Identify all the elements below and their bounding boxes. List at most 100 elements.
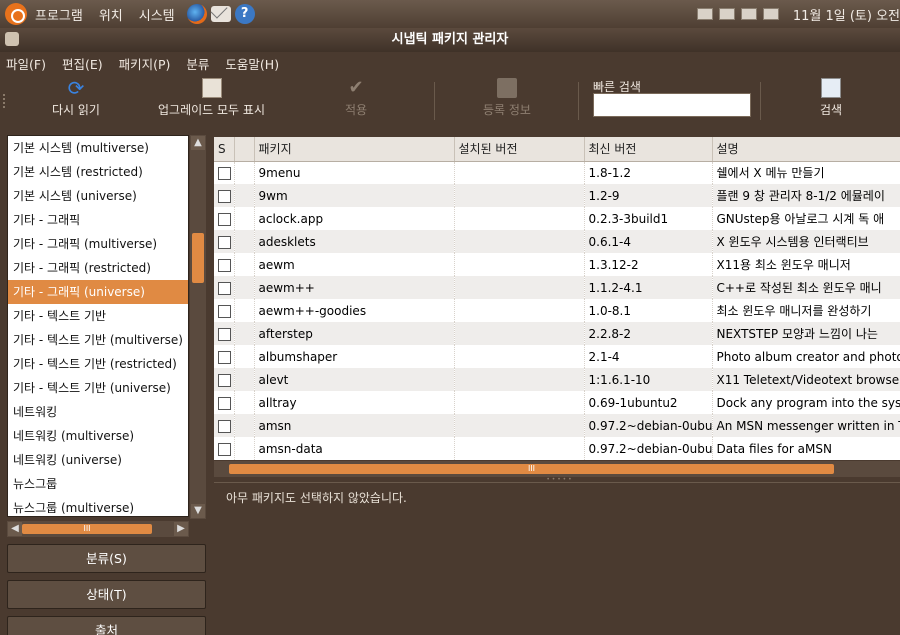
network-icon[interactable] — [696, 8, 713, 20]
places-menu[interactable]: 위치 — [99, 5, 123, 24]
column-description[interactable]: 설명 — [712, 137, 900, 162]
pane-resize-handle[interactable]: • • • • • — [214, 477, 900, 483]
checkbox[interactable] — [218, 350, 231, 364]
checkbox[interactable] — [218, 419, 231, 433]
section-item[interactable]: 네트워킹 — [8, 400, 188, 424]
checkbox[interactable] — [218, 304, 231, 318]
checkbox[interactable] — [218, 327, 231, 341]
scroll-right-icon[interactable]: ▶ — [174, 522, 188, 536]
package-name: adesklets — [254, 230, 455, 253]
section-item[interactable]: 기타 - 그래픽 (multiverse) — [8, 232, 188, 256]
section-item[interactable]: 기본 시스템 (restricted) — [8, 160, 188, 184]
checkbox[interactable] — [218, 442, 231, 456]
checkbox[interactable] — [218, 258, 231, 272]
window-menu-icon[interactable] — [5, 32, 19, 46]
status-checkbox — [214, 368, 235, 391]
table-row[interactable]: alltray 0.69-1ubuntu2 Dock any program int… — [214, 391, 900, 414]
firefox-icon[interactable] — [186, 4, 207, 24]
ubuntu-logo-icon[interactable] — [5, 3, 27, 25]
section-item[interactable]: 기타 - 그래픽 (restricted) — [8, 256, 188, 280]
section-item[interactable]: 기본 시스템 (multiverse) — [8, 136, 188, 160]
display-icon[interactable] — [718, 8, 735, 20]
table-row[interactable]: 9menu 1.8-1.2 쉘에서 X 메뉴 만들기 — [214, 161, 900, 184]
apply-button[interactable]: ✔ 적용 — [345, 78, 367, 118]
table-row[interactable]: aewm++ 1.1.2-4.1 C++로 작성된 최소 윈도우 매니 — [214, 276, 900, 299]
package-name: amsn-data — [254, 437, 455, 460]
mark-all-upgrades-button[interactable]: 업그레이드 모두 표시 — [158, 78, 265, 118]
section-item[interactable]: 기타 - 그래픽 — [8, 208, 188, 232]
column-package[interactable]: 패키지 — [254, 137, 455, 162]
table-row[interactable]: aewm 1.3.12-2 X11용 최소 윈도우 매니저 — [214, 253, 900, 276]
menu-edit[interactable]: 편집(E) — [62, 54, 103, 73]
section-list[interactable]: 기본 시스템 (multiverse) 기본 시스템 (restricted) 기본… — [7, 135, 189, 517]
quick-search-input[interactable] — [593, 93, 751, 117]
checkbox[interactable] — [218, 235, 231, 249]
checkbox[interactable] — [218, 166, 231, 180]
toolbar-grip[interactable] — [3, 94, 6, 108]
table-row[interactable]: aewm++-goodies 1.0-8.1 최소 윈도우 매니저를 완성하기 — [214, 299, 900, 322]
menu-package[interactable]: 패키지(P) — [119, 54, 171, 73]
reload-button[interactable]: ⟳ 다시 읽기 — [52, 78, 100, 118]
scroll-up-icon[interactable]: ▲ — [191, 136, 205, 150]
keyboard-icon[interactable] — [762, 8, 779, 20]
checkbox[interactable] — [218, 373, 231, 387]
scroll-thumb[interactable]: III — [22, 524, 152, 534]
section-item[interactable]: 기타 - 텍스트 기반 — [8, 304, 188, 328]
column-support[interactable] — [234, 137, 255, 162]
status-filter-button[interactable]: 상태(T) — [7, 580, 206, 609]
checkbox[interactable] — [218, 281, 231, 295]
table-row[interactable]: albumshaper 2.1-4 Photo album creator and … — [214, 345, 900, 368]
package-description: X11 Teletext/Videotext browser — [712, 368, 900, 391]
section-item[interactable]: 기본 시스템 (universe) — [8, 184, 188, 208]
table-row[interactable]: amsn 0.97.2~debian-0ubun An MSN messenger … — [214, 414, 900, 437]
clock[interactable]: 11월 1일 (토) 오전 — [793, 5, 900, 24]
section-item[interactable]: 기타 - 텍스트 기반 (multiverse) — [8, 328, 188, 352]
section-item[interactable]: 뉴스그룹 (multiverse) — [8, 496, 188, 516]
scroll-thumb[interactable] — [192, 233, 204, 283]
section-item[interactable]: 네트워킹 (universe) — [8, 448, 188, 472]
properties-button[interactable]: 등록 정보 — [483, 78, 531, 118]
latest-version: 0.97.2~debian-0ubun — [584, 414, 713, 437]
table-row[interactable]: 9wm 1.2-9 플랜 9 창 관리자 8-1/2 에뮬레이 — [214, 184, 900, 207]
section-list-vscrollbar[interactable]: ▲ ▼ — [190, 135, 206, 519]
printer-icon[interactable] — [740, 8, 757, 20]
table-row[interactable]: adesklets 0.6.1-4 X 윈도우 시스템용 인터랙티브 — [214, 230, 900, 253]
checkbox[interactable] — [218, 212, 231, 226]
section-item[interactable]: 네트워킹 (multiverse) — [8, 424, 188, 448]
support-cell — [234, 276, 255, 299]
system-menu[interactable]: 시스템 — [139, 5, 175, 24]
applications-menu[interactable]: 프로그램 — [35, 5, 83, 24]
section-item[interactable]: 뉴스그룹 — [8, 472, 188, 496]
section-item[interactable]: 기타 - 텍스트 기반 (universe) — [8, 376, 188, 400]
table-header: S 패키지 설치된 버전 최신 버전 설명 — [214, 137, 900, 162]
menu-help[interactable]: 도움말(H) — [225, 54, 279, 73]
table-row[interactable]: aclock.app 0.2.3-3build1 GNUstep용 아날로그 시계 … — [214, 207, 900, 230]
window-titlebar[interactable]: 시냅틱 패키지 관리자 — [0, 28, 900, 52]
checkbox[interactable] — [218, 189, 231, 203]
table-row[interactable]: alevt 1:1.6.1-10 X11 Teletext/Videotext br… — [214, 368, 900, 391]
column-installed-version[interactable]: 설치된 버전 — [454, 137, 585, 162]
mail-icon[interactable] — [210, 6, 231, 22]
origin-filter-button[interactable]: 출처 — [7, 616, 206, 635]
installed-version — [454, 299, 585, 322]
scroll-thumb[interactable]: III — [229, 464, 834, 474]
latest-version: 1.0-8.1 — [584, 299, 713, 322]
section-item[interactable]: 기타 - 텍스트 기반 (restricted) — [8, 352, 188, 376]
package-description: 쉘에서 X 메뉴 만들기 — [712, 161, 900, 184]
sections-filter-button[interactable]: 분류(S) — [7, 544, 206, 573]
section-item[interactable]: 기타 - 그래픽 (universe) — [8, 280, 188, 304]
checkbox[interactable] — [218, 396, 231, 410]
package-table-hscrollbar[interactable]: III — [214, 461, 900, 477]
search-button[interactable]: 검색 — [820, 78, 842, 118]
support-cell — [234, 299, 255, 322]
menu-file[interactable]: 파일(F) — [6, 54, 46, 73]
table-row[interactable]: afterstep 2.2.8-2 NEXTSTEP 모양과 느낌이 나는 — [214, 322, 900, 345]
scroll-left-icon[interactable]: ◀ — [8, 522, 22, 536]
column-status[interactable]: S — [214, 137, 235, 162]
section-list-hscrollbar[interactable]: ◀ III ▶ — [7, 521, 189, 537]
help-icon[interactable]: ? — [234, 4, 255, 24]
menu-settings[interactable]: 분류 — [186, 54, 209, 73]
scroll-down-icon[interactable]: ▼ — [191, 504, 205, 518]
table-row[interactable]: amsn-data 0.97.2~debian-0ubun Data files f… — [214, 437, 900, 460]
column-latest-version[interactable]: 최신 버전 — [584, 137, 713, 162]
